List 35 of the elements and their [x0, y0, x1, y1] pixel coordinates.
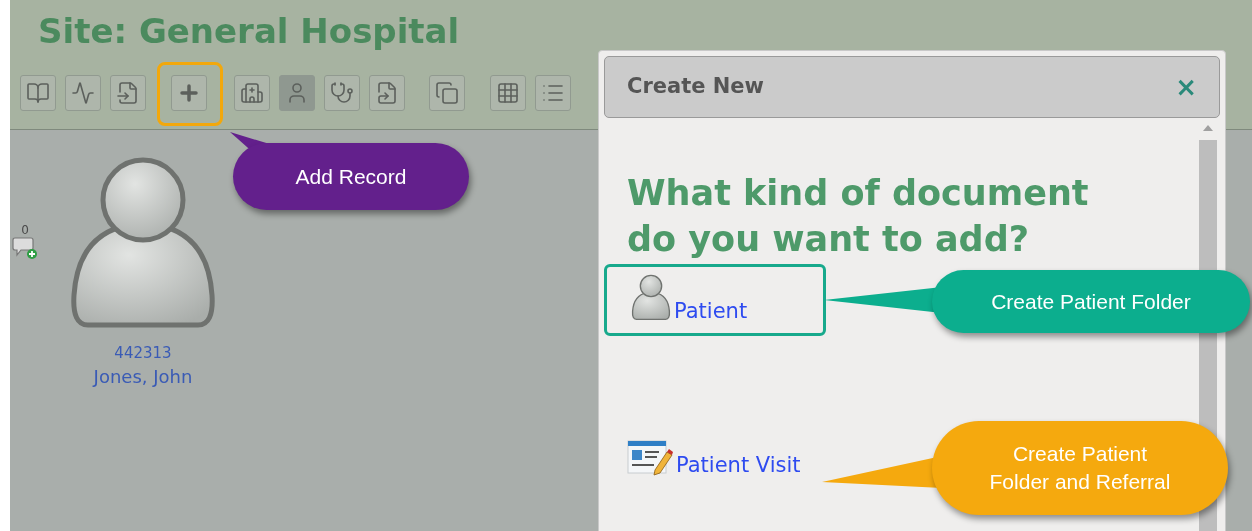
toolbar-button[interactable]	[535, 75, 571, 111]
toolbar-button[interactable]	[171, 75, 207, 111]
toolbar-button[interactable]	[324, 75, 360, 111]
document-arrow-icon	[116, 81, 140, 105]
option-link[interactable]: Patient Visit	[676, 455, 801, 476]
toolbar-button[interactable]	[20, 75, 56, 111]
toolbar-button[interactable]	[110, 75, 146, 111]
plus-icon	[177, 81, 201, 105]
patient-id[interactable]: 442313	[114, 346, 172, 361]
building-icon	[240, 81, 264, 105]
toolbar-button[interactable]	[369, 75, 405, 111]
book-icon	[26, 81, 50, 105]
add-comment-icon	[12, 236, 38, 260]
option-link[interactable]: Patient	[674, 301, 748, 322]
patient-name[interactable]: Jones, John	[93, 368, 193, 386]
toolbar-button[interactable]	[65, 75, 101, 111]
patient-card-pencil-icon	[627, 438, 673, 476]
dialog-question: What kind of document do you want to add?	[627, 172, 1090, 261]
shared-document-icon	[375, 81, 399, 105]
grid-icon	[496, 81, 520, 105]
callout: Create Patient Folder	[932, 270, 1250, 333]
heartbeat-icon	[71, 81, 95, 105]
close-button[interactable]: ×	[1175, 74, 1197, 100]
stethoscope-icon	[330, 81, 354, 105]
comment-count: 0	[21, 224, 29, 236]
dialog-title: Create New	[627, 73, 764, 101]
scroll-up-icon	[1202, 124, 1214, 132]
toolbar-button[interactable]	[279, 75, 315, 111]
site-title: Site: General Hospital	[38, 14, 460, 48]
toolbar-button[interactable]	[490, 75, 526, 111]
toolbar-button[interactable]	[429, 75, 465, 111]
toolbar-button[interactable]	[234, 75, 270, 111]
callout: Create Patient Folder and Referral	[932, 421, 1228, 515]
person-icon	[631, 274, 671, 322]
copy-icon	[435, 81, 459, 105]
